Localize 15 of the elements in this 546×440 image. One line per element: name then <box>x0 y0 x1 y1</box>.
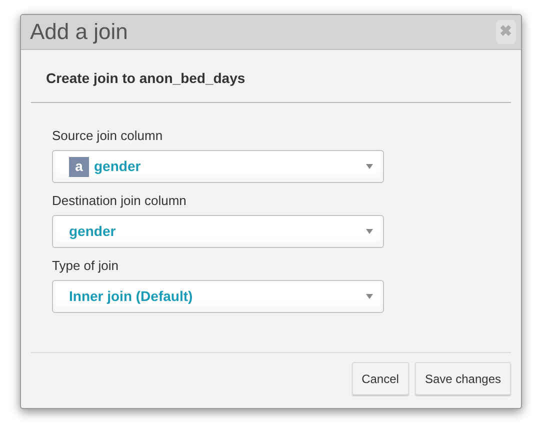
window-title: Add a join <box>30 21 128 43</box>
dialog-subtitle: Create join to anon_bed_days <box>46 71 246 85</box>
dropdown[interactable]: gender <box>52 215 384 248</box>
type-badge: a <box>69 156 89 176</box>
field-label: Destination join column <box>52 194 186 207</box>
caret-icon <box>366 229 373 234</box>
caret-icon <box>366 164 373 169</box>
caret-icon <box>366 294 373 299</box>
dialog-button[interactable]: Save changes <box>414 362 511 395</box>
dropdown[interactable]: Inner join (Default) <box>52 280 384 313</box>
close-button[interactable]: ✖ <box>496 20 516 44</box>
field-label: Source join column <box>52 129 163 142</box>
dropdown[interactable]: a gender <box>52 150 384 183</box>
field-label: Type of join <box>52 259 118 272</box>
dialog-button[interactable]: Cancel <box>352 362 409 395</box>
